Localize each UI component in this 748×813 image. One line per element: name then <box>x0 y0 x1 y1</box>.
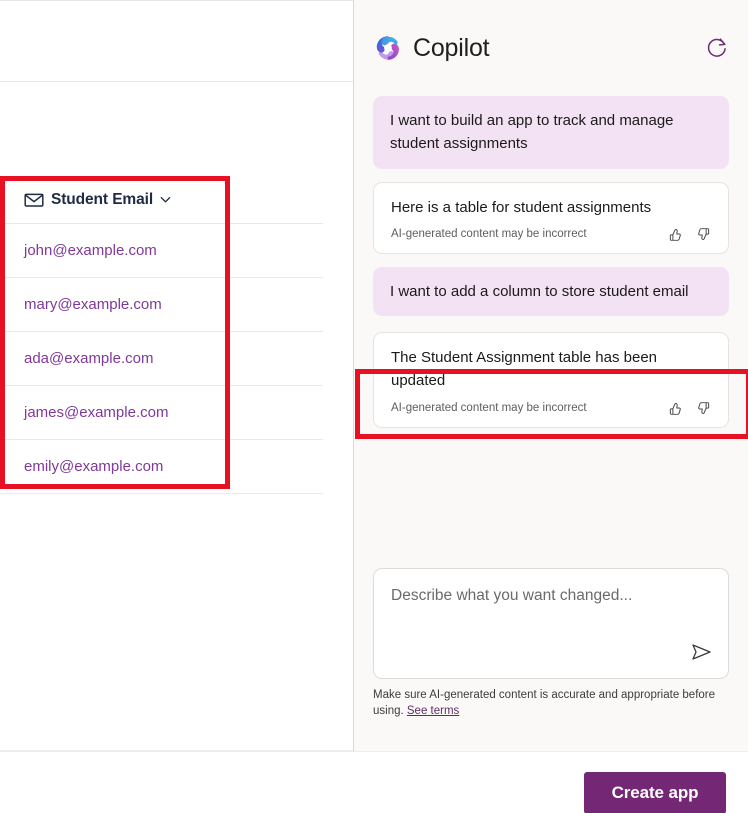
ai-disclaimer: AI-generated content may be incorrect <box>391 402 587 414</box>
top-strip-divider <box>0 0 353 1</box>
assistant-message-footer: AI-generated content may be incorrect <box>391 401 711 416</box>
feedback-buttons <box>668 401 711 416</box>
composer-input[interactable] <box>374 569 728 605</box>
table-row[interactable]: john@example.com <box>0 224 323 278</box>
cell-student-email: james@example.com <box>24 404 169 421</box>
toolbar-divider <box>0 81 353 82</box>
copilot-pane: Copilot I want to build an app to track … <box>354 0 748 751</box>
thumbs-up-icon[interactable] <box>668 401 683 416</box>
app-root: Student Email john@example.com mary@exam… <box>0 0 748 813</box>
thumbs-down-icon[interactable] <box>696 227 711 242</box>
see-terms-link[interactable]: See terms <box>407 705 459 717</box>
cell-student-email: mary@example.com <box>24 296 162 313</box>
chevron-down-icon[interactable] <box>159 193 172 206</box>
feedback-buttons <box>668 227 711 242</box>
chat-message-user: I want to build an app to track and mana… <box>373 96 729 169</box>
column-header-student-email[interactable]: Student Email <box>0 176 323 224</box>
ai-disclaimer: AI-generated content may be incorrect <box>391 228 587 241</box>
copilot-message-thread: I want to build an app to track and mana… <box>354 96 748 556</box>
cell-student-email: john@example.com <box>24 242 157 259</box>
chat-message-assistant: Here is a table for student assignments … <box>373 181 729 254</box>
copilot-header: Copilot <box>354 0 748 96</box>
ai-footnote: Make sure AI-generated content is accura… <box>373 687 718 720</box>
send-icon[interactable] <box>687 638 715 666</box>
bottom-action-bar: Create app <box>0 751 748 813</box>
composer-box[interactable] <box>373 568 729 679</box>
assistant-message-text: The Student Assignment table has been up… <box>391 349 658 390</box>
column-header-label: Student Email <box>51 190 154 208</box>
thumbs-up-icon[interactable] <box>668 227 683 242</box>
composer-area: Make sure AI-generated content is accura… <box>373 568 729 720</box>
table-canvas-pane: Student Email john@example.com mary@exam… <box>0 0 353 751</box>
envelope-icon <box>24 193 44 207</box>
cell-student-email: emily@example.com <box>24 458 164 475</box>
copilot-logo-icon <box>376 36 399 60</box>
chat-message-assistant: The Student Assignment table has been up… <box>373 332 729 428</box>
copilot-title: Copilot <box>413 33 490 62</box>
chat-message-user-highlighted: I want to add a column to store student … <box>373 266 729 316</box>
table-row[interactable]: mary@example.com <box>0 278 323 332</box>
student-email-column: Student Email john@example.com mary@exam… <box>0 176 323 494</box>
thumbs-down-icon[interactable] <box>696 401 711 416</box>
table-row[interactable]: james@example.com <box>0 386 323 440</box>
table-row[interactable]: emily@example.com <box>0 440 323 494</box>
assistant-message-text: Here is a table for student assignments <box>391 198 652 216</box>
assistant-message-footer: AI-generated content may be incorrect <box>391 227 711 242</box>
refresh-icon[interactable] <box>704 35 730 61</box>
create-app-button[interactable]: Create app <box>584 772 726 813</box>
cell-student-email: ada@example.com <box>24 350 154 367</box>
table-row[interactable]: ada@example.com <box>0 332 323 386</box>
